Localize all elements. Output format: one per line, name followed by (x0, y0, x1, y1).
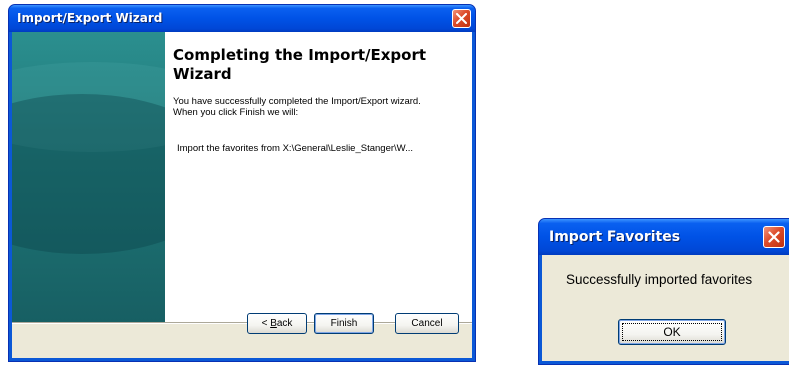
wizard-close-button[interactable] (452, 9, 471, 28)
wizard-client-area: Completing the Import/Export Wizard You … (12, 32, 472, 358)
wizard-titlebar[interactable]: Import/Export Wizard (9, 5, 475, 32)
cancel-button[interactable]: Cancel (395, 313, 459, 334)
wizard-content-panel: Completing the Import/Export Wizard You … (165, 32, 472, 322)
wizard-heading: Completing the Import/Export Wizard (173, 46, 427, 83)
ok-button[interactable]: OK (618, 319, 726, 345)
dialog-titlebar[interactable]: Import Favorites (539, 219, 789, 255)
wizard-intro-text: You have successfully completed the Impo… (173, 96, 421, 118)
wizard-title: Import/Export Wizard (17, 11, 163, 25)
dialog-message: Successfully imported favorites (566, 272, 753, 287)
dialog-client-area: Successfully imported favorites OK (542, 255, 789, 361)
wizard-side-graphic (12, 32, 165, 322)
wizard-action-text: Import the favorites from X:\General\Les… (177, 143, 414, 154)
import-export-wizard-window: Import/Export Wizard Completing the Impo… (8, 4, 476, 362)
dialog-title: Import Favorites (549, 229, 681, 245)
focus-rectangle (622, 323, 722, 341)
dialog-close-button[interactable] (763, 226, 785, 248)
close-icon (456, 13, 467, 24)
finish-button[interactable]: Finish (314, 313, 374, 334)
close-icon (768, 231, 780, 243)
back-button[interactable]: < Back (247, 313, 307, 334)
import-favorites-dialog: Import Favorites Successfully imported f… (538, 218, 789, 365)
